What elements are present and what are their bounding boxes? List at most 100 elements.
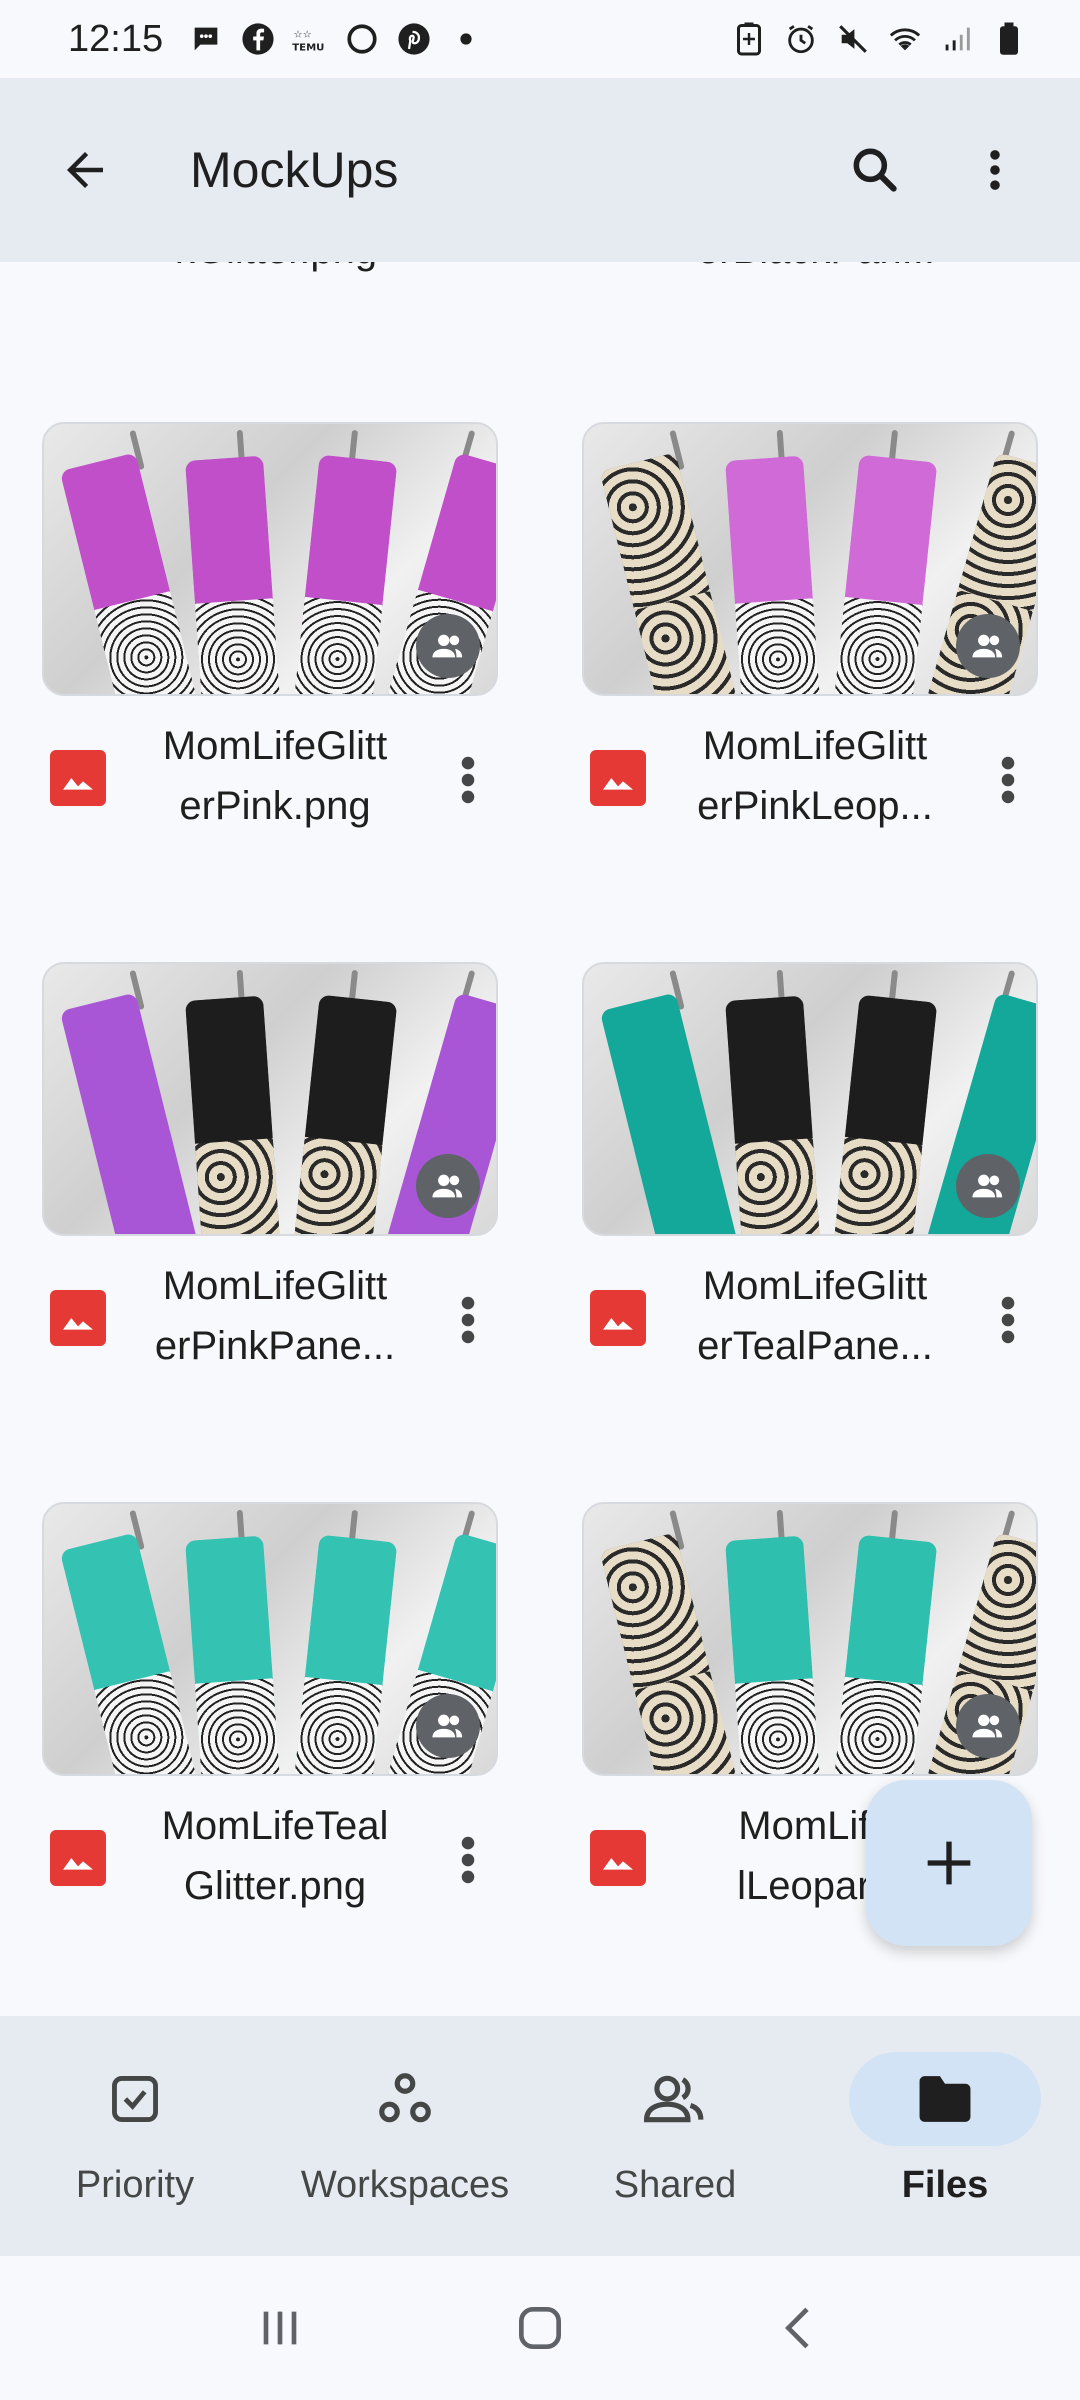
file-meta: MomLifeGlitt erTealPane... (582, 1244, 1038, 1384)
wifi-icon (886, 20, 924, 58)
facebook-icon (239, 20, 277, 58)
folder-icon (849, 2052, 1041, 2146)
file-card[interactable]: MomLifeGlitt erTealPane... (582, 962, 1038, 1384)
status-left: 12:15 ☆☆ TEMU (68, 18, 485, 61)
status-time: 12:15 (68, 17, 164, 60)
add-icon (927, 1841, 971, 1885)
file-thumbnail[interactable] (42, 1502, 498, 1776)
tumbler-graphic (725, 995, 821, 1234)
file-thumbnail[interactable] (42, 962, 498, 1236)
image-file-icon (50, 750, 106, 806)
file-card[interactable]: MomLifeGlitt erPinkPane... (42, 962, 498, 1384)
shared-badge-icon (416, 1694, 480, 1758)
tumbler-graphic (599, 992, 739, 1234)
tumbler-upper (599, 1532, 710, 1691)
battery-saver-icon (730, 20, 768, 58)
image-file-icon (590, 1290, 646, 1346)
tumbler-lower (292, 1136, 383, 1234)
tumbler-graphic (185, 995, 281, 1234)
file-card[interactable]: MomLifeGlitt erPinkLeop... (582, 422, 1038, 844)
alarm-icon (782, 20, 820, 58)
recents-icon[interactable] (235, 2283, 325, 2373)
image-file-icon (590, 1830, 646, 1886)
tumbler-upper (957, 1532, 1036, 1692)
tumbler-lower (195, 1138, 281, 1234)
file-card[interactable]: MomLifeGlitt erPink.png (42, 422, 498, 844)
shared-icon (579, 2052, 771, 2146)
arrow-back-icon[interactable] (40, 125, 130, 215)
nav-label: Shared (613, 2164, 737, 2206)
new-button[interactable] (866, 1780, 1032, 1946)
pinterest-icon (395, 20, 433, 58)
tumbler-graphic (725, 1535, 821, 1774)
tumbler-lower (292, 1676, 383, 1774)
bottom-navigation: Priority Workspaces Shared Files (0, 2016, 1080, 2256)
nav-priority[interactable]: Priority (0, 2016, 270, 2256)
nav-shared[interactable]: Shared (540, 2016, 810, 2256)
file-thumbnail[interactable] (582, 1502, 1038, 1776)
tumbler-lower (832, 1136, 923, 1234)
tumbler-lower (735, 1678, 821, 1774)
partial-file-name[interactable]: kGlitter.png (86, 262, 466, 273)
status-bar: 12:15 ☆☆ TEMU (0, 0, 1080, 78)
battery-icon (990, 20, 1028, 58)
more-vert-icon[interactable] (438, 1280, 498, 1360)
tumbler-graphic (185, 455, 281, 694)
search-icon[interactable] (830, 125, 920, 215)
file-meta: MomLifeGlitt erPink.png (42, 704, 498, 844)
file-card[interactable]: MomLifeTeal Glitter.png (42, 1502, 498, 1924)
tumbler-lower (735, 1138, 821, 1234)
page-title: MockUps (190, 142, 399, 198)
tumbler-upper (599, 452, 710, 611)
tumbler-graphic (832, 1534, 938, 1774)
file-name: MomLifeGlitt erPinkLeop... (697, 724, 933, 828)
back-icon[interactable] (755, 2283, 845, 2373)
more-vert-icon[interactable] (438, 1820, 498, 1900)
tumbler-upper (957, 452, 1036, 612)
tumbler-graphic (832, 994, 938, 1234)
tumbler-graphic (59, 992, 199, 1234)
tumbler-graphic (725, 455, 821, 694)
nav-label: Workspaces (300, 2164, 510, 2206)
tumbler-lower (832, 596, 923, 694)
home-icon[interactable] (495, 2283, 585, 2373)
tumbler-graphic (185, 1535, 281, 1774)
nav-files[interactable]: Files (810, 2016, 1080, 2256)
tumbler-lower (634, 591, 739, 694)
nav-label: Priority (75, 2164, 195, 2206)
file-meta: MomLifeGlitt erPinkLeop... (582, 704, 1038, 844)
tumbler-graphic (292, 994, 398, 1234)
tumbler-lower (832, 1676, 923, 1774)
image-file-icon (50, 1290, 106, 1346)
more-vert-icon[interactable] (978, 1280, 1038, 1360)
file-name: MomLifeGlitt erTealPane... (697, 1264, 933, 1368)
tumbler-graphic (292, 454, 398, 694)
file-thumbnail[interactable] (582, 962, 1038, 1236)
image-file-icon (590, 750, 646, 806)
tumbler-lower (94, 1671, 199, 1774)
tumbler-lower (634, 1131, 739, 1234)
tumbler-lower (292, 596, 383, 694)
shared-badge-icon (416, 1154, 480, 1218)
svg-text:☆☆: ☆☆ (294, 30, 312, 41)
file-name: MomLifeGlitt erPinkPane... (154, 1264, 396, 1368)
file-thumbnail[interactable] (42, 422, 498, 696)
tumbler-graphic (599, 1532, 739, 1774)
file-meta: MomLifeGlitt erPinkPane... (42, 1244, 498, 1384)
shared-badge-icon (416, 614, 480, 678)
nav-workspaces[interactable]: Workspaces (270, 2016, 540, 2256)
status-right (730, 20, 1028, 58)
mute-icon (834, 20, 872, 58)
image-file-icon (50, 1830, 106, 1886)
more-vert-icon[interactable] (950, 125, 1040, 215)
more-vert-icon[interactable] (438, 740, 498, 820)
workspaces-icon (309, 2052, 501, 2146)
file-grid: kGlitter.png erBlackPan... MomLifeGlitte… (0, 262, 1080, 2016)
temu-icon: ☆☆ TEMU (291, 20, 329, 58)
partial-file-name[interactable]: erBlackPan... (626, 262, 1006, 273)
file-thumbnail[interactable] (582, 422, 1038, 696)
more-vert-icon[interactable] (978, 740, 1038, 820)
top-app-bar: MockUps (0, 78, 1080, 262)
file-name: MomLifeGlitt erPink.png (162, 724, 388, 828)
partial-row: kGlitter.png erBlackPan... (0, 262, 1080, 314)
